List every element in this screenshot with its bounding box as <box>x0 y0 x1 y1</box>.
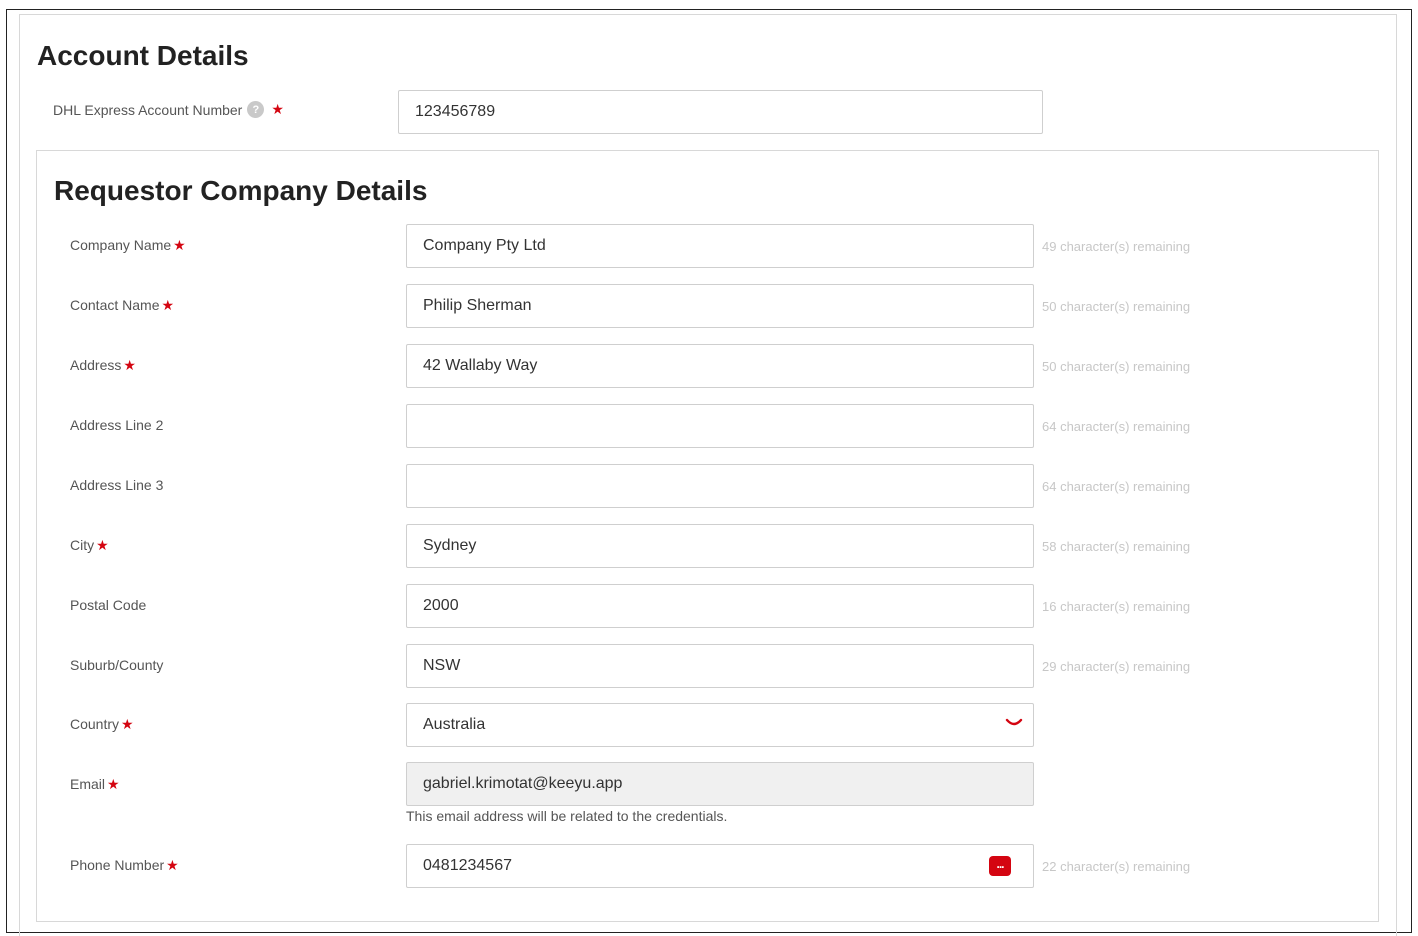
contact-name-input[interactable]: Philip Sherman <box>406 284 1034 328</box>
required-star-icon: ★ <box>173 237 186 253</box>
account-number-label-text: DHL Express Account Number <box>53 101 243 118</box>
required-star-icon: ★ <box>123 357 136 373</box>
required-star-icon: ★ <box>121 716 134 732</box>
address-label-text: Address <box>70 357 122 373</box>
chevron-down-icon[interactable] <box>1005 717 1023 729</box>
phone-number-input[interactable]: 0481234567 ... <box>406 844 1034 888</box>
address-line-2-remaining: 64 character(s) remaining <box>1042 419 1191 434</box>
city-label: City ★ <box>70 537 109 554</box>
postal-code-remaining: 16 character(s) remaining <box>1042 599 1191 614</box>
required-star-icon: ★ <box>271 101 284 117</box>
postal-code-label: Postal Code <box>70 597 147 613</box>
contact-name-label-text: Contact Name <box>70 297 160 313</box>
address-input[interactable]: 42 Wallaby Way <box>406 344 1034 388</box>
country-label-text: Country <box>70 716 120 732</box>
country-select[interactable]: Australia <box>406 703 1034 747</box>
city-input[interactable]: Sydney <box>406 524 1034 568</box>
email-field: gabriel.krimotat@keeyu.app <box>406 762 1034 806</box>
contact-name-remaining: 50 character(s) remaining <box>1042 299 1191 314</box>
address-line-2-input[interactable] <box>406 404 1034 448</box>
address-line-3-remaining: 64 character(s) remaining <box>1042 479 1191 494</box>
required-star-icon: ★ <box>96 537 109 553</box>
suburb-county-remaining: 29 character(s) remaining <box>1042 659 1191 674</box>
email-label: Email ★ <box>70 776 120 793</box>
company-name-input[interactable]: Company Pty Ltd <box>406 224 1034 268</box>
required-star-icon: ★ <box>161 297 175 313</box>
postal-code-input[interactable]: 2000 <box>406 584 1034 628</box>
requestor-company-title: Requestor Company Details <box>54 175 428 206</box>
address-line-2-label: Address Line 2 <box>70 417 164 433</box>
account-details-title: Account Details <box>37 40 249 71</box>
password-manager-icon-glyph: ... <box>996 857 1004 871</box>
company-name-label: Company Name ★ <box>70 237 186 254</box>
help-icon[interactable]: ? <box>247 101 265 118</box>
city-label-text: City <box>70 537 95 553</box>
country-selected-value: Australia <box>423 716 486 733</box>
account-number-input[interactable]: 123456789 <box>398 90 1043 134</box>
country-label: Country ★ <box>70 716 134 733</box>
account-number-label: DHL Express Account Number ? ★ <box>53 101 284 118</box>
email-label-text: Email <box>70 776 106 792</box>
address-line-3-label: Address Line 3 <box>70 477 164 493</box>
address-line-3-input[interactable] <box>406 464 1034 508</box>
suburb-county-label: Suburb/County <box>70 657 164 673</box>
phone-number-label: Phone Number ★ <box>70 857 179 874</box>
required-star-icon: ★ <box>107 776 120 792</box>
email-hint: This email address will be related to th… <box>406 808 728 824</box>
contact-name-label: Contact Name ★ <box>70 297 174 314</box>
company-name-remaining: 49 character(s) remaining <box>1042 239 1191 254</box>
address-label: Address ★ <box>70 357 136 374</box>
password-manager-icon[interactable]: ... <box>989 856 1011 876</box>
city-remaining: 58 character(s) remaining <box>1042 539 1191 554</box>
phone-number-value: 0481234567 <box>423 857 512 874</box>
phone-number-label-text: Phone Number <box>70 857 165 873</box>
required-star-icon: ★ <box>166 857 179 873</box>
company-name-label-text: Company Name <box>70 237 172 253</box>
suburb-county-input[interactable]: NSW <box>406 644 1034 688</box>
address-remaining: 50 character(s) remaining <box>1042 359 1191 374</box>
phone-number-remaining: 22 character(s) remaining <box>1042 859 1191 874</box>
